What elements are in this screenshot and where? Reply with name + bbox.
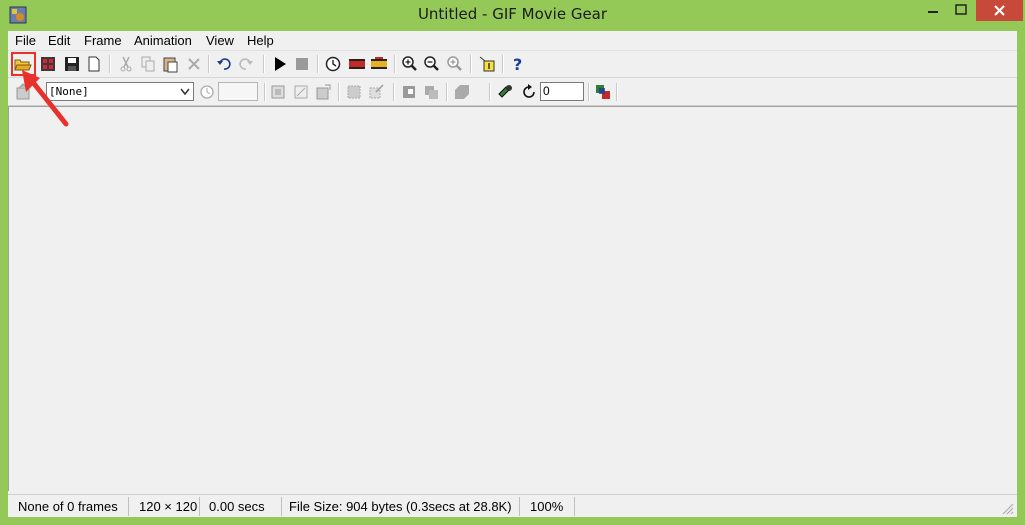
frame-workspace[interactable] <box>8 106 1017 491</box>
toolbar-separator <box>394 55 396 73</box>
svg-text:?: ? <box>513 55 522 74</box>
menu-frame[interactable]: Frame <box>84 33 122 48</box>
toolbar-separator <box>208 55 210 73</box>
paste-icon[interactable] <box>160 54 180 74</box>
edit-frame-icon[interactable] <box>366 82 386 102</box>
menu-view[interactable]: View <box>206 33 234 48</box>
menu-edit[interactable]: Edit <box>48 33 70 48</box>
toolbar-separator <box>616 83 618 101</box>
toolbar-separator <box>338 83 340 101</box>
play-icon[interactable] <box>270 54 290 74</box>
loop-count-value: 0 <box>543 84 550 98</box>
resize-icon[interactable] <box>291 82 311 102</box>
optimize-icon[interactable] <box>344 82 364 102</box>
rotate-icon[interactable] <box>313 82 333 102</box>
chevron-down-icon <box>179 85 191 98</box>
status-frames: None of 0 frames <box>18 499 118 514</box>
toolbar-separator <box>109 55 111 73</box>
zoom-in-icon[interactable] <box>400 54 420 74</box>
frame-toolbar: [None] 0 <box>8 79 1017 106</box>
status-divider <box>281 497 282 516</box>
animation-info-icon[interactable] <box>496 82 516 102</box>
status-divider <box>519 497 520 516</box>
loop-count-input[interactable]: 0 <box>540 82 584 101</box>
status-time: 0.00 secs <box>209 499 265 514</box>
stop-icon[interactable] <box>292 54 312 74</box>
loop-icon <box>519 82 539 102</box>
menu-bar: File Edit Frame Animation View Help <box>8 31 1017 51</box>
annotation-arrow-icon <box>18 70 78 130</box>
menu-help[interactable]: Help <box>247 33 274 48</box>
film-strip-icon[interactable] <box>347 54 367 74</box>
help-icon[interactable]: ? <box>508 54 528 74</box>
menu-file[interactable]: File <box>15 33 36 48</box>
copy-icon[interactable] <box>138 54 158 74</box>
cut-icon[interactable] <box>116 54 136 74</box>
menu-animation[interactable]: Animation <box>134 33 192 48</box>
maximize-button[interactable] <box>947 0 975 21</box>
delay-input[interactable] <box>218 82 258 101</box>
zoom-out-icon[interactable] <box>422 54 442 74</box>
status-file-size: File Size: 904 bytes (0.3secs at 28.8K) <box>289 499 512 514</box>
status-divider <box>128 497 129 516</box>
toolbar-separator <box>502 55 504 73</box>
status-divider <box>199 497 200 516</box>
client-area: File Edit Frame Animation View Help ? [N… <box>8 31 1017 517</box>
toolbar-separator <box>446 83 448 101</box>
zoom-actual-icon[interactable] <box>445 54 465 74</box>
toolbar-separator <box>588 83 590 101</box>
window-title: Untitled - GIF Movie Gear <box>417 5 608 23</box>
palette-icon[interactable] <box>593 82 613 102</box>
toolbar-separator <box>393 83 395 101</box>
info-icon[interactable] <box>477 54 497 74</box>
undo-icon[interactable] <box>214 54 234 74</box>
title-bar: Untitled - GIF Movie Gear <box>0 0 1025 31</box>
redo-icon[interactable] <box>236 54 256 74</box>
main-toolbar: ? <box>8 51 1017 78</box>
app-window: Untitled - GIF Movie Gear File Edit Fram… <box>0 0 1025 525</box>
status-bar: None of 0 frames 120 × 120 0.00 secs Fil… <box>8 494 1017 518</box>
minimize-button[interactable] <box>919 0 947 21</box>
status-divider <box>574 497 575 516</box>
toolbar-separator <box>489 83 491 101</box>
close-button[interactable] <box>976 0 1023 21</box>
crop-icon[interactable] <box>268 82 288 102</box>
film-strip-yellow-icon[interactable] <box>369 54 389 74</box>
status-zoom: 100% <box>530 499 564 514</box>
frame-split-icon[interactable] <box>399 82 419 102</box>
status-dimensions: 120 × 120 <box>139 499 197 514</box>
delay-icon <box>197 82 217 102</box>
toolbar-separator <box>264 83 266 101</box>
resize-grip-icon[interactable] <box>1000 501 1014 515</box>
toolbar-separator <box>470 55 472 73</box>
toolbar-separator <box>317 55 319 73</box>
new-file-icon[interactable] <box>84 54 104 74</box>
frame-shape-icon[interactable] <box>452 82 472 102</box>
toolbar-separator <box>263 55 265 73</box>
delete-icon[interactable] <box>184 54 204 74</box>
timing-icon[interactable] <box>323 54 343 74</box>
frame-merge-icon[interactable] <box>421 82 441 102</box>
